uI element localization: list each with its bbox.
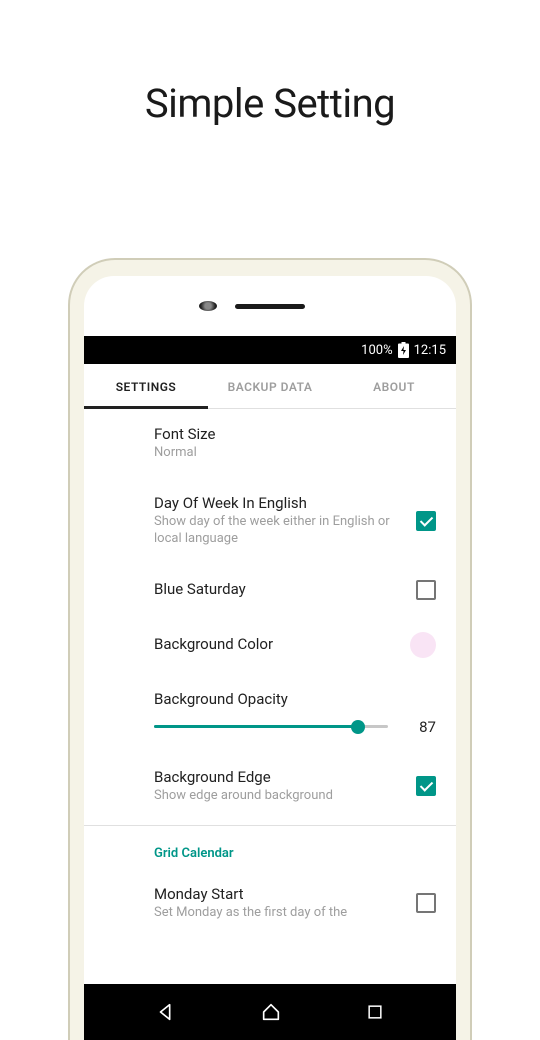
monday-start-label: Monday Start: [154, 885, 404, 903]
tab-settings[interactable]: SETTINGS: [84, 364, 208, 408]
monday-start-desc: Set Monday as the first day of the: [154, 905, 404, 922]
bg-edge-desc: Show edge around background: [154, 788, 404, 805]
tab-about[interactable]: ABOUT: [332, 364, 456, 408]
dow-english-checkbox[interactable]: [416, 511, 436, 531]
speaker-slit: [235, 304, 305, 309]
font-size-label: Font Size: [154, 425, 436, 443]
slider-thumb[interactable]: [351, 720, 365, 734]
tab-backup-data[interactable]: BACKUP DATA: [208, 364, 332, 408]
blue-saturday-checkbox[interactable]: [416, 580, 436, 600]
status-bar: 100% 12:15: [84, 336, 456, 364]
font-size-value: Normal: [154, 445, 436, 462]
recent-apps-button[interactable]: [365, 1002, 385, 1022]
battery-charging-icon: [398, 342, 409, 358]
page-title: Simple Setting: [0, 80, 540, 127]
section-header-grid-calendar: Grid Calendar: [84, 826, 456, 869]
setting-bg-edge[interactable]: Background Edge Show edge around backgro…: [84, 752, 456, 821]
monday-start-checkbox[interactable]: [416, 893, 436, 913]
setting-blue-saturday[interactable]: Blue Saturday: [84, 564, 456, 616]
bg-edge-label: Background Edge: [154, 768, 404, 786]
clock: 12:15: [414, 343, 446, 358]
back-button[interactable]: [155, 1001, 177, 1023]
slider-fill: [154, 725, 358, 728]
home-button[interactable]: [260, 1001, 282, 1023]
setting-dow-english[interactable]: Day Of Week In English Show day of the w…: [84, 478, 456, 564]
bg-color-label: Background Color: [154, 635, 398, 653]
bg-opacity-slider[interactable]: [154, 725, 388, 728]
settings-content[interactable]: Font Size Normal Day Of Week In English …: [84, 409, 456, 983]
bg-edge-checkbox[interactable]: [416, 776, 436, 796]
phone-top-bezel: [84, 276, 456, 336]
bg-opacity-value: 87: [408, 718, 436, 736]
setting-bg-color[interactable]: Background Color: [84, 616, 456, 674]
camera-dot: [199, 301, 217, 311]
bg-color-swatch[interactable]: [410, 632, 436, 658]
tabs: SETTINGS BACKUP DATA ABOUT: [84, 364, 456, 409]
setting-font-size[interactable]: Font Size Normal: [84, 409, 456, 478]
dow-english-label: Day Of Week In English: [154, 494, 404, 512]
dow-english-desc: Show day of the week either in English o…: [154, 514, 404, 548]
bg-opacity-label: Background Opacity: [154, 690, 436, 708]
blue-saturday-label: Blue Saturday: [154, 580, 404, 598]
phone-screen: 100% 12:15 SETTINGS BACKUP DATA ABOUT Fo…: [84, 276, 456, 1040]
setting-bg-opacity[interactable]: Background Opacity 87: [84, 674, 456, 752]
phone-frame: 100% 12:15 SETTINGS BACKUP DATA ABOUT Fo…: [70, 260, 470, 1040]
setting-monday-start[interactable]: Monday Start Set Monday as the first day…: [84, 869, 456, 938]
android-nav-bar: [84, 984, 456, 1040]
battery-percent: 100%: [361, 343, 392, 358]
